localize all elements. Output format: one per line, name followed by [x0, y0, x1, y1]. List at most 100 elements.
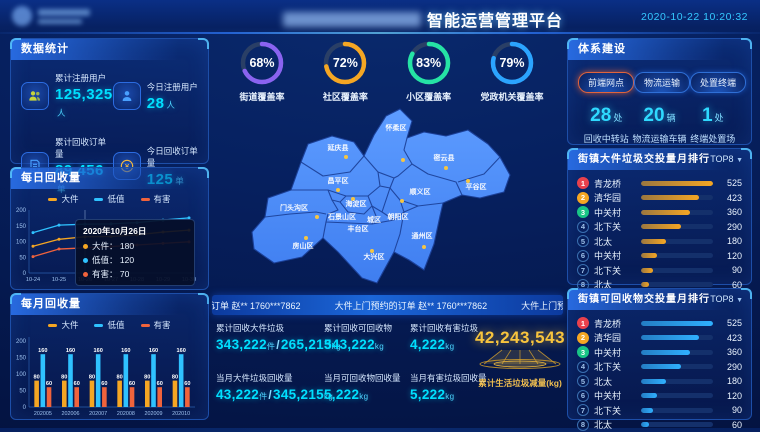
ranking-row: 1青龙桥525 [577, 176, 742, 191]
rank-bar-track [641, 350, 713, 355]
rank-name: 北下关 [594, 360, 636, 373]
legend-label: 有害 [154, 319, 171, 331]
tooltip-dot [83, 244, 88, 249]
rank-bar-fill [641, 422, 649, 427]
svg-text:60: 60 [74, 381, 80, 387]
system-stat-label: 回收中转站 [580, 132, 633, 145]
svg-text:80: 80 [89, 375, 95, 381]
system-stat-label: 物流运输车辆 [633, 132, 687, 145]
system-tab-inactive[interactable]: 物流运输 [634, 72, 690, 93]
rank-bar-fill [641, 282, 649, 287]
ranking-row: 5北太180 [577, 374, 742, 389]
system-stat-unit: 处 [715, 113, 724, 123]
stat-unit: 人 [57, 108, 66, 118]
rank-bar-track [641, 422, 713, 427]
rank-value: 60 [718, 420, 742, 430]
svg-text:200: 200 [16, 208, 27, 214]
rank-value: 180 [718, 236, 742, 246]
map-marker-dot [400, 199, 404, 203]
pedestal-decoration [472, 348, 568, 370]
legend-label: 有害 [154, 193, 171, 205]
svg-text:50: 50 [19, 255, 26, 261]
rank-bar-fill [641, 350, 690, 355]
svg-text:150: 150 [16, 356, 27, 362]
rank-badge: 3 [577, 346, 589, 358]
rank-bar-track [641, 335, 713, 340]
stat-label: 今日回收订单量 [147, 145, 202, 169]
rank-bar-fill [641, 379, 666, 384]
ranking-row: 3中关村360 [577, 205, 742, 220]
summary-stats: 累计回收大件垃圾343,222件/265,215kg累计回收可回收物343,22… [216, 322, 466, 422]
ranking-row: 4北下关290 [577, 220, 742, 235]
rank-badge: 1 [577, 317, 589, 329]
rank-badge: 7 [577, 264, 589, 276]
svg-text:160: 160 [93, 348, 102, 354]
panel-data-stats-title: 数据统计 [11, 39, 208, 60]
map-marker-dot [344, 155, 348, 159]
rank-bar-fill [641, 224, 681, 229]
rank-value: 423 [718, 333, 742, 343]
legend-item: 大件 [48, 319, 78, 331]
coverage-gauge: 79%党政机关覆盖率 [476, 40, 548, 106]
rank-badge: 1 [577, 177, 589, 189]
summary-cell: 累计回收可回收物343,222kg [324, 322, 406, 372]
summary-cell: 当月可回收物回收量5,222kg [324, 372, 406, 422]
svg-text:202007: 202007 [89, 411, 107, 417]
user-icon [113, 82, 141, 110]
map-marker-dot [315, 215, 319, 219]
legend-item: 低值 [94, 193, 124, 205]
daily-recovery-line-chart[interactable]: 05010015020010-2410-2510-2610-2710-2810-… [11, 205, 208, 289]
district-label: 门头沟区 [280, 203, 308, 212]
chart-tooltip: 2020年10月26日大件： 180低值： 120有害： 70 [75, 219, 195, 286]
rank-value: 180 [718, 376, 742, 386]
rank-bar-fill [641, 195, 699, 200]
svg-text:160: 160 [176, 348, 185, 354]
summary-value: 343,222kg [324, 337, 406, 352]
district-label: 平谷区 [466, 182, 487, 191]
rank-bar-fill [641, 408, 653, 413]
svg-text:150: 150 [16, 224, 27, 230]
monthly-recovery-bar-chart[interactable]: 0501001502002020058016060202006801606020… [11, 331, 208, 423]
legend-swatch [141, 198, 150, 201]
logo-icon [12, 6, 32, 26]
rank-value: 120 [718, 251, 742, 261]
district-label: 大兴区 [364, 252, 385, 261]
system-tab-active[interactable]: 前端网点 [578, 72, 634, 93]
svg-text:10-25: 10-25 [52, 277, 66, 283]
map-marker-dot [336, 188, 340, 192]
stat-text: 累计注册用户125,325人 [55, 72, 113, 120]
district-label: 丰台区 [348, 224, 369, 233]
summary-value: 43,222件/345,215kg [216, 387, 320, 402]
rank-bar-fill [641, 268, 653, 273]
coverage-gauge: 68%街道覆盖率 [226, 40, 298, 106]
system-tab-inactive[interactable]: 处置终端 [690, 72, 746, 93]
beijing-district-map[interactable]: 怀柔区延庆县密云县昌平区顺义区平谷区门头沟区海淀区石景山区城区朝阳区丰台区通州区… [228, 102, 562, 294]
panel-monthly-title: 每月回收量 [11, 294, 208, 315]
rank-name: 北下关 [594, 264, 636, 277]
rank-name: 清华园 [594, 331, 636, 344]
map-marker-dot [304, 236, 308, 240]
panel-ranking-recyclable-title: 街镇可回收物交投量月排行 TOP8 ▼ [568, 289, 751, 310]
rank-bar-fill [641, 181, 713, 186]
ranking-recyclable-top-filter[interactable]: TOP8 ▼ [710, 289, 743, 311]
gauge-value: 72% [322, 40, 368, 86]
rank-badge: 3 [577, 206, 589, 218]
rank-name: 北太 [594, 375, 636, 388]
system-stat-value: 20辆 [633, 105, 687, 127]
legend-item: 大件 [48, 193, 78, 205]
rank-bar-track [641, 224, 713, 229]
system-stat-value: 28处 [580, 105, 633, 127]
rank-bar-fill [641, 364, 681, 369]
panel-daily-title: 每日回收量 [11, 168, 208, 189]
ticker-item: 大件上门预约的订单 赵** 1760***7862 [335, 299, 488, 312]
rank-bar-track [641, 282, 713, 287]
rank-bar-fill [641, 210, 690, 215]
system-tabs: 前端网点物流运输处置终端 [568, 60, 751, 93]
summary-cell: 当月大件垃圾回收量43,222件/345,215kg [216, 372, 320, 422]
ranking-large-top-filter[interactable]: TOP8 ▼ [710, 149, 743, 171]
legend-swatch [94, 324, 103, 327]
svg-text:80: 80 [34, 375, 40, 381]
rank-name: 北太 [594, 418, 636, 431]
rank-value: 525 [718, 178, 742, 188]
svg-text:60: 60 [157, 381, 163, 387]
